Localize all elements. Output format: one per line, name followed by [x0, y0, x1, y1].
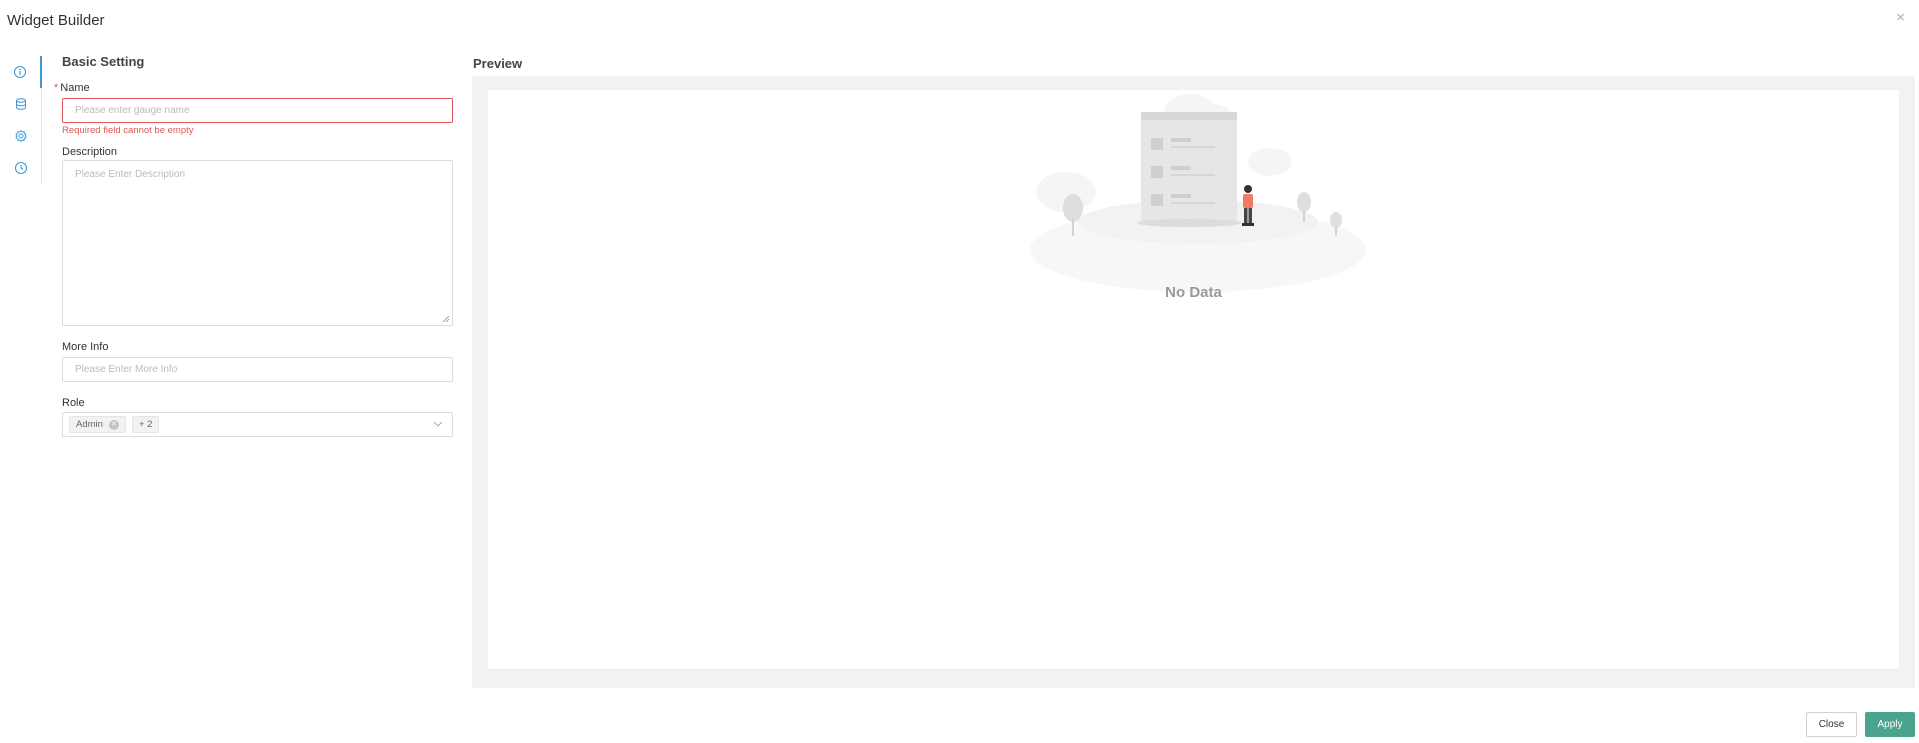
- role-select[interactable]: Admin ✕ + 2: [62, 412, 453, 437]
- empty-state-illustration: [1030, 94, 1366, 292]
- role-more-count: + 2: [138, 419, 153, 430]
- widget-builder-dialog: Widget Builder × Basic Setting * Name Pl…: [0, 0, 1919, 743]
- name-label: * Name: [54, 82, 90, 94]
- chevron-down-icon[interactable]: [433, 420, 443, 428]
- clock-icon: [14, 161, 28, 175]
- name-input[interactable]: Please enter gauge name: [62, 98, 453, 123]
- close-button[interactable]: Close: [1806, 712, 1857, 737]
- role-tag-admin: Admin ✕: [69, 416, 126, 433]
- required-mark: *: [54, 82, 59, 94]
- settings-gear-icon: [15, 129, 27, 143]
- section-title: Basic Setting: [62, 54, 145, 69]
- description-label: Description: [62, 146, 118, 158]
- resize-grip-icon[interactable]: [442, 315, 450, 323]
- name-error-message: Required field cannot be empty: [62, 125, 194, 136]
- nav-item-basic-info[interactable]: [0, 56, 42, 88]
- preview-panel: No Data: [472, 76, 1915, 688]
- no-data-text: No Data: [1165, 284, 1222, 301]
- role-tag-label: Admin: [76, 419, 103, 430]
- nav-item-data-source[interactable]: [0, 88, 42, 120]
- info-icon: [13, 65, 27, 79]
- role-label: Role: [62, 397, 85, 409]
- more-info-label: More Info: [62, 341, 109, 353]
- database-icon: [16, 98, 26, 110]
- preview-title: Preview: [473, 56, 523, 71]
- dialog-title: Widget Builder: [7, 12, 105, 29]
- side-nav: [0, 56, 42, 184]
- name-placeholder: Please enter gauge name: [75, 105, 190, 116]
- nav-item-settings[interactable]: [0, 120, 42, 152]
- tag-remove-icon[interactable]: ✕: [108, 419, 119, 430]
- name-label-text: Name: [60, 82, 90, 94]
- basic-setting-form: Basic Setting: [62, 54, 454, 69]
- more-info-input[interactable]: Please Enter More Info: [62, 357, 453, 382]
- preview-canvas: No Data: [488, 90, 1899, 670]
- description-placeholder: Please Enter Description: [75, 169, 186, 180]
- role-tag-more: + 2: [131, 416, 160, 433]
- apply-button[interactable]: Apply: [1865, 712, 1915, 737]
- close-icon[interactable]: ×: [1896, 10, 1905, 25]
- more-info-placeholder: Please Enter More Info: [75, 364, 178, 375]
- description-textarea[interactable]: Please Enter Description: [62, 160, 453, 326]
- nav-item-schedule[interactable]: [0, 152, 42, 184]
